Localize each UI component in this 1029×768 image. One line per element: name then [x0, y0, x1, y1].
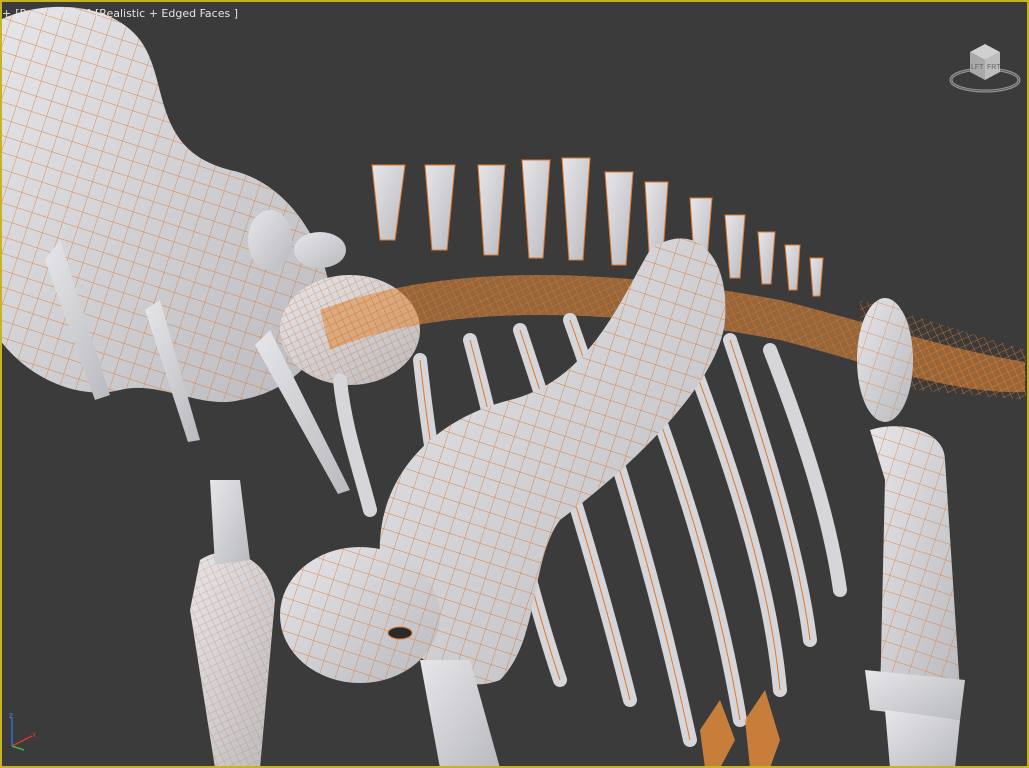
- hind-leg: [865, 426, 965, 768]
- viewcube-front-face: FRT: [987, 64, 1001, 71]
- axis-tripod-icon: z x: [9, 712, 36, 751]
- shading-mode-button[interactable]: [Realistic + Edged Faces ]: [95, 7, 238, 23]
- svg-text:z: z: [9, 712, 13, 720]
- viewport-label: + [Perspective ] [Realistic + Edged Face…: [2, 7, 238, 23]
- svg-text:x: x: [32, 730, 36, 739]
- viewport-menu-button[interactable]: +: [2, 7, 11, 23]
- view-type-button[interactable]: [Perspective ]: [15, 7, 91, 23]
- front-leg: [190, 480, 275, 768]
- tail: [857, 298, 1026, 422]
- perspective-viewport[interactable]: + [Perspective ] [Realistic + Edged Face…: [0, 0, 1029, 768]
- viewcube-icon[interactable]: LFT FRT: [948, 38, 1022, 94]
- spine-processes: [371, 157, 824, 297]
- skeleton-model[interactable]: [0, 0, 1029, 768]
- viewcube-left-face: LFT: [971, 64, 984, 71]
